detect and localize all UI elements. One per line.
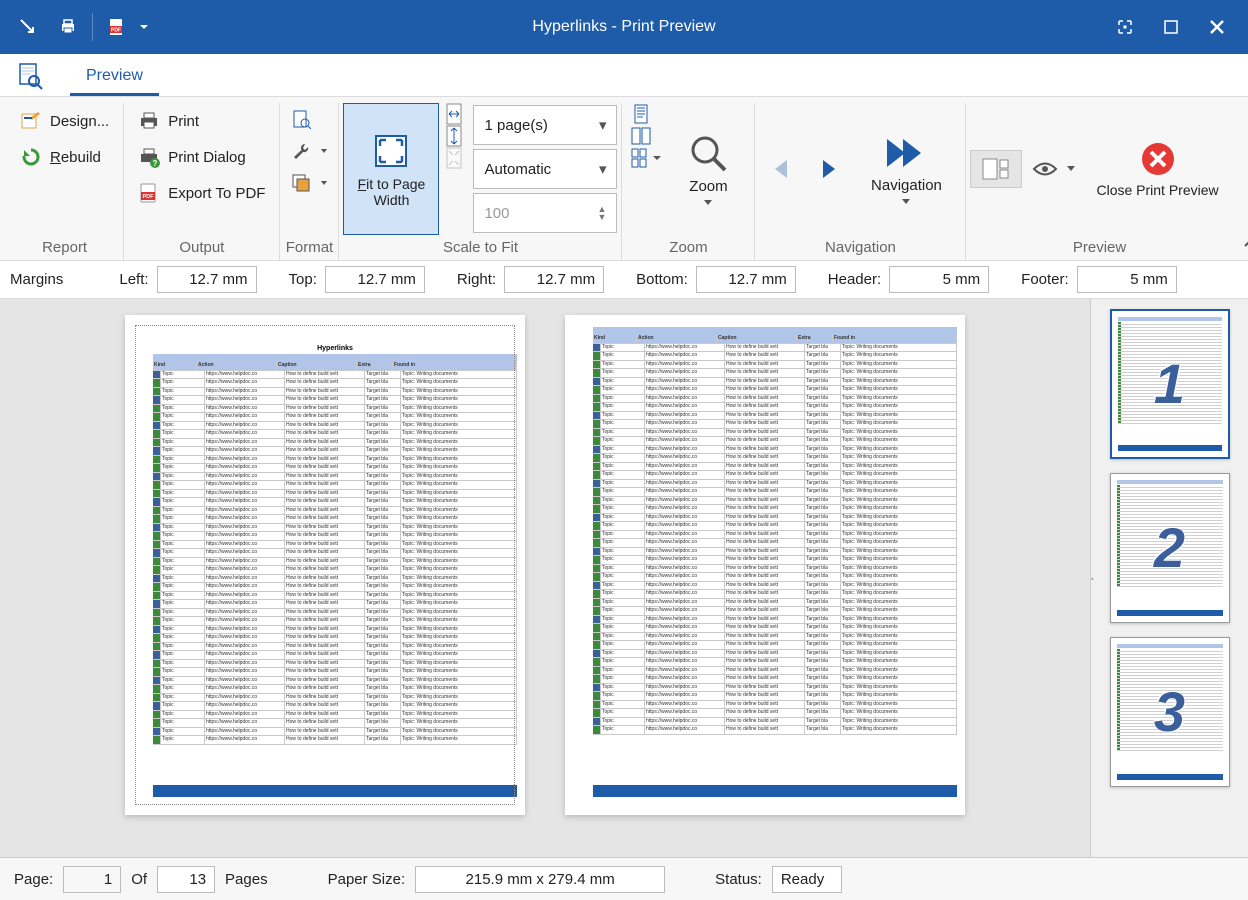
zoom-icon — [687, 132, 729, 174]
thumbnails-icon — [981, 157, 1011, 181]
window-title: Hyperlinks - Print Preview — [532, 18, 715, 36]
export-pdf-icon: PDF — [138, 182, 160, 204]
whole-page-small-icon[interactable] — [443, 147, 465, 169]
visibility-button[interactable] — [1022, 151, 1086, 187]
workspace: Hyperlinks KindActionCaptionExtraFound i… — [0, 299, 1248, 858]
svg-text:PDF: PDF — [143, 194, 155, 200]
page-width-small-icon[interactable] — [443, 103, 465, 125]
fit-width-icon — [370, 130, 412, 172]
group-label-navigation: Navigation — [759, 235, 961, 260]
margin-top-input[interactable]: 12.7 mm — [325, 266, 425, 293]
thumb-2[interactable]: 2 — [1110, 473, 1230, 623]
chevron-down-icon — [901, 198, 911, 206]
margin-right-input[interactable]: 12.7 mm — [504, 266, 604, 293]
page-height-small-icon[interactable] — [443, 125, 465, 147]
fit-page-width-button[interactable]: Fit to PageWidth — [343, 103, 439, 235]
group-label-preview: Preview — [970, 235, 1228, 260]
export-pdf-button[interactable]: PDF Export To PDF — [128, 175, 275, 211]
nav-fastforward-icon — [881, 133, 931, 173]
page-title: Hyperlinks — [153, 345, 517, 352]
page-number-input[interactable]: 1 — [63, 866, 121, 893]
chevron-down-icon — [320, 179, 328, 187]
print-icon — [138, 110, 160, 132]
nav-next-icon — [815, 156, 841, 182]
nav-next-button[interactable] — [805, 103, 851, 235]
print-dialog-button[interactable]: ? Print Dialog — [128, 139, 256, 175]
qat-quick-print-icon[interactable] — [8, 7, 48, 47]
ribbon-collapse-button[interactable] — [1233, 230, 1248, 260]
zoom-button[interactable]: Zoom — [666, 103, 750, 235]
title-bar: PDF Hyperlinks - Print Preview — [0, 0, 1248, 54]
eye-icon — [1032, 160, 1058, 178]
margin-left-input[interactable]: 12.7 mm — [157, 266, 257, 293]
chevron-down-icon: ▾ — [599, 116, 607, 134]
page-2[interactable]: KindActionCaptionExtraFound in Topichttp… — [565, 315, 965, 815]
tab-preview[interactable]: Preview — [70, 59, 159, 96]
chevron-down-icon — [652, 153, 662, 163]
chevron-down-icon — [320, 147, 328, 155]
chevron-down-icon: ▾ — [599, 160, 607, 178]
chevron-up-icon — [1243, 237, 1248, 249]
page-preview-area[interactable]: Hyperlinks KindActionCaptionExtraFound i… — [0, 299, 1090, 857]
close-icon[interactable] — [1194, 7, 1240, 47]
margin-header-input[interactable]: 5 mm — [889, 266, 989, 293]
styles-button[interactable] — [284, 167, 334, 199]
qat-dropdown-icon[interactable] — [137, 22, 151, 32]
navigation-split-button[interactable]: Navigation — [851, 103, 961, 235]
rebuild-button[interactable]: Rebuild — [10, 139, 111, 175]
printer-settings-button[interactable] — [284, 135, 334, 167]
group-label-zoom: Zoom — [626, 235, 750, 260]
nav-prev-button — [759, 103, 805, 235]
thumbnails-panel[interactable]: • • • 1 2 3 — [1090, 299, 1248, 857]
preview-tab-icon[interactable] — [10, 56, 50, 96]
page-setup-icon — [290, 108, 312, 130]
nav-prev-icon — [769, 156, 795, 182]
one-page-icon[interactable] — [630, 103, 652, 125]
design-button[interactable]: Design... — [10, 103, 119, 139]
rebuild-icon — [20, 146, 42, 168]
print-dialog-icon: ? — [138, 146, 160, 168]
close-circle-icon — [1139, 140, 1177, 178]
zoom-spinner[interactable]: 100▲▼ — [473, 193, 617, 233]
two-pages-icon[interactable] — [630, 125, 652, 147]
multi-pages-icon[interactable] — [630, 147, 652, 169]
status-bar: Page: 1 Of 13 Pages Paper Size: 215.9 mm… — [0, 858, 1248, 900]
chevron-down-icon — [1066, 165, 1076, 173]
ribbon-tab-strip: Preview — [0, 54, 1248, 96]
page-setup-button[interactable] — [284, 103, 318, 135]
qat-print-icon[interactable] — [48, 7, 88, 47]
margin-bottom-input[interactable]: 12.7 mm — [696, 266, 796, 293]
group-label-scale: Scale to Fit — [343, 235, 617, 260]
thumb-3[interactable]: 3 — [1110, 637, 1230, 787]
maximize-icon[interactable] — [1148, 7, 1194, 47]
wrench-icon — [290, 140, 312, 162]
thumbnails-toggle-button[interactable] — [970, 150, 1022, 188]
group-label-report: Report — [10, 235, 119, 260]
margin-footer-input[interactable]: 5 mm — [1077, 266, 1177, 293]
automatic-combo[interactable]: Automatic▾ — [473, 149, 617, 189]
pages-combo[interactable]: 1 page(s)▾ — [473, 105, 617, 145]
styles-icon — [290, 172, 312, 194]
margins-label: Margins — [10, 271, 63, 288]
fullscreen-icon[interactable] — [1102, 7, 1148, 47]
chevron-down-icon — [703, 199, 713, 207]
thumb-1[interactable]: 1 — [1110, 309, 1230, 459]
paper-size: 215.9 mm x 279.4 mm — [415, 866, 665, 893]
status-text: Ready — [772, 866, 842, 893]
design-icon — [20, 110, 42, 132]
ribbon: Design... Rebuild Report Print ? Print D… — [0, 96, 1248, 261]
print-button[interactable]: Print — [128, 103, 209, 139]
total-pages: 13 — [157, 866, 215, 893]
svg-text:?: ? — [153, 159, 158, 168]
group-label-output: Output — [128, 235, 275, 260]
svg-text:PDF: PDF — [111, 28, 121, 34]
group-label-format: Format — [284, 235, 334, 260]
qat-export-pdf-icon[interactable]: PDF — [97, 7, 137, 47]
close-preview-button[interactable]: Close Print Preview — [1086, 103, 1228, 235]
margins-bar: Margins Left: 12.7 mm Top: 12.7 mm Right… — [0, 261, 1248, 299]
page-1[interactable]: Hyperlinks KindActionCaptionExtraFound i… — [125, 315, 525, 815]
